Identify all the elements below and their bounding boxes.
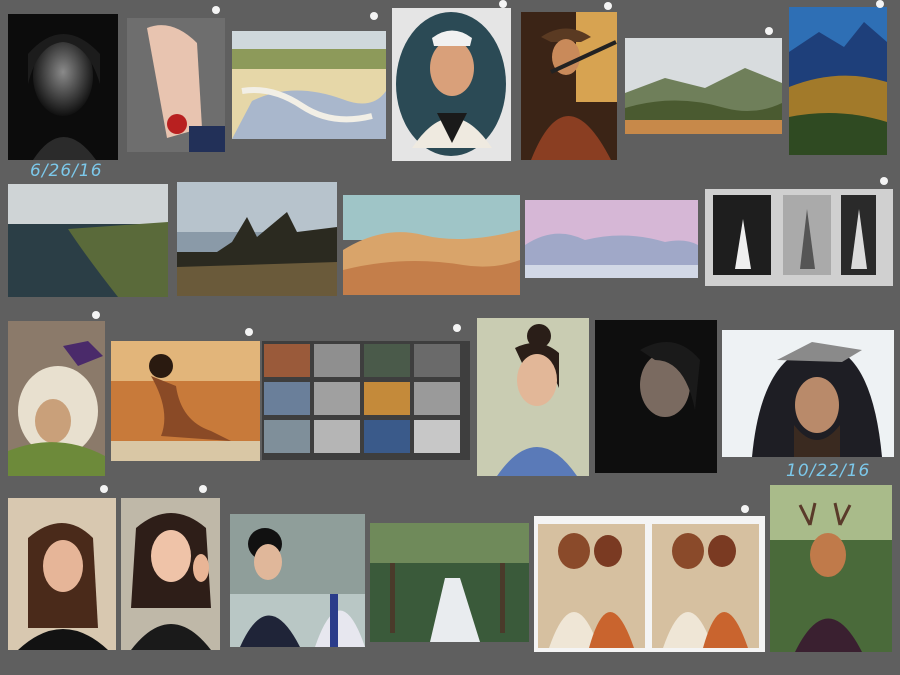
pin <box>100 485 108 493</box>
landscape-thumbnail-grid[interactable] <box>262 341 470 460</box>
pin <box>880 177 888 185</box>
painting-still-life-dragon[interactable] <box>8 321 105 476</box>
painting-wristwatch-hand[interactable] <box>127 18 225 152</box>
painting-blue-mountains-autumn[interactable] <box>789 7 887 155</box>
pin <box>245 328 253 336</box>
painting-dwarf-warrior[interactable] <box>722 330 894 457</box>
date-label: 10/22/16 <box>786 461 871 481</box>
pin <box>199 485 207 493</box>
painting-two-women-golfers[interactable] <box>534 516 765 652</box>
painting-woman-dark-profile[interactable] <box>595 320 717 473</box>
painting-woman-bun-profile[interactable] <box>477 318 589 476</box>
painting-mountain-hills[interactable] <box>625 38 782 134</box>
pin <box>453 324 461 332</box>
pin <box>499 0 507 8</box>
painting-girl-antlers-forest[interactable] <box>770 485 892 652</box>
painting-pink-clouds[interactable] <box>525 200 698 278</box>
pin <box>92 311 100 319</box>
date-label: 6/26/16 <box>30 161 103 181</box>
painting-rock-spires-sky[interactable] <box>177 182 337 296</box>
painting-woman-portrait-grayscale[interactable] <box>8 14 118 160</box>
painting-woman-brown-hair[interactable] <box>8 498 116 650</box>
painting-seated-nude-warm[interactable] <box>111 341 260 461</box>
pin <box>765 27 773 35</box>
painting-woman-bangs[interactable] <box>121 498 220 650</box>
pin <box>876 0 884 8</box>
pin <box>212 6 220 14</box>
painting-sailor-oval[interactable] <box>392 8 511 161</box>
painting-tree-lined-path[interactable] <box>370 523 529 642</box>
painting-cowboy-rifle[interactable] <box>521 12 617 160</box>
painting-anime-figures[interactable] <box>230 514 365 647</box>
pin <box>604 2 612 10</box>
pin <box>370 12 378 20</box>
painting-sea-cliffs[interactable] <box>8 184 168 297</box>
painting-rocky-shore[interactable] <box>232 31 386 139</box>
painting-three-figure-studies[interactable] <box>705 189 893 286</box>
painting-desert-dunes[interactable] <box>343 195 520 295</box>
pin <box>741 505 749 513</box>
